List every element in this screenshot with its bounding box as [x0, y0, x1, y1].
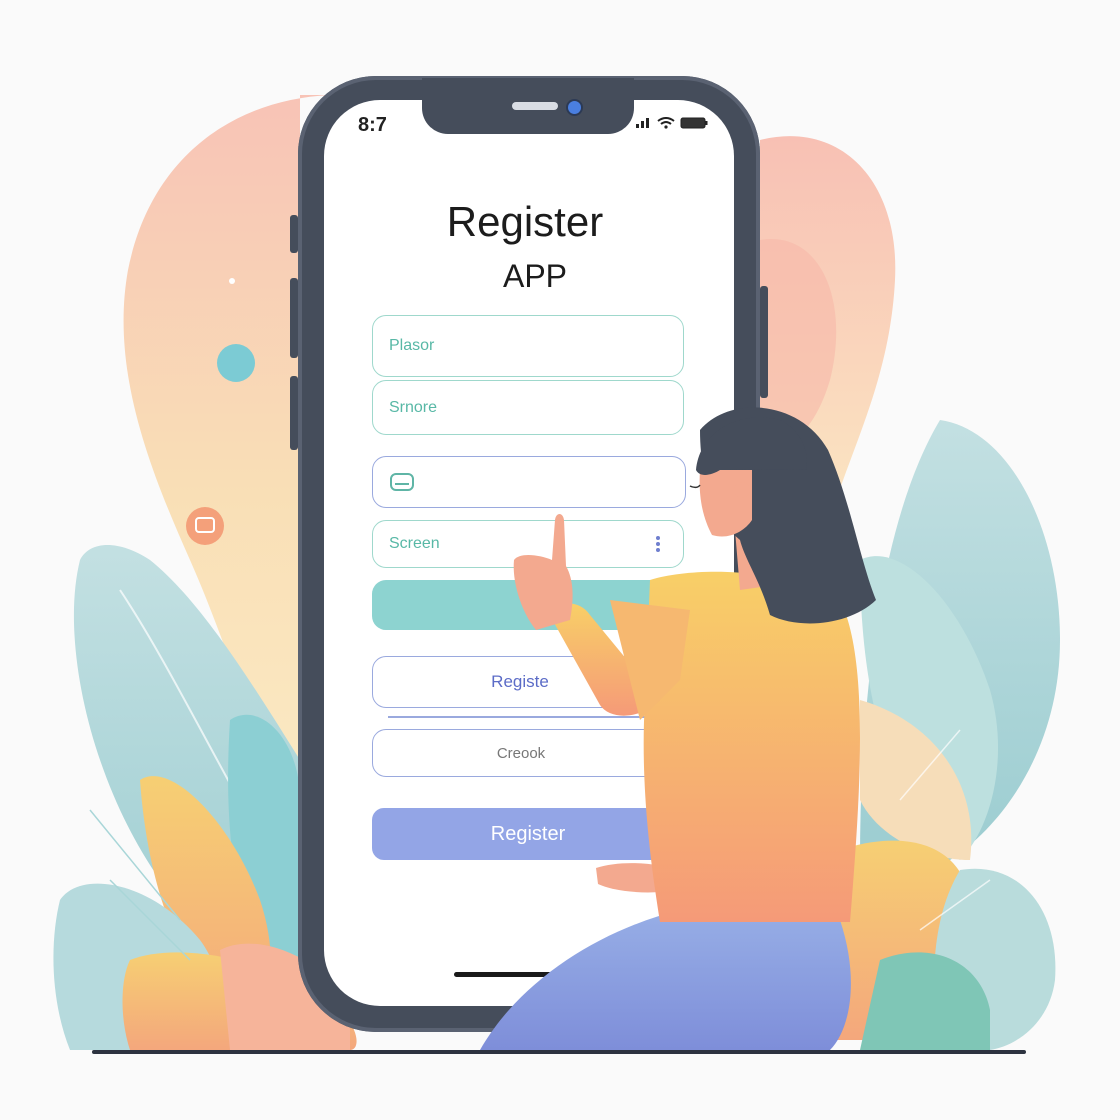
illustration-scene: 8:7 Register APP Plasor Srnore Screen Re…: [0, 0, 1120, 1120]
person-illustration: [480, 407, 876, 1050]
ground-line: [92, 1050, 1026, 1054]
